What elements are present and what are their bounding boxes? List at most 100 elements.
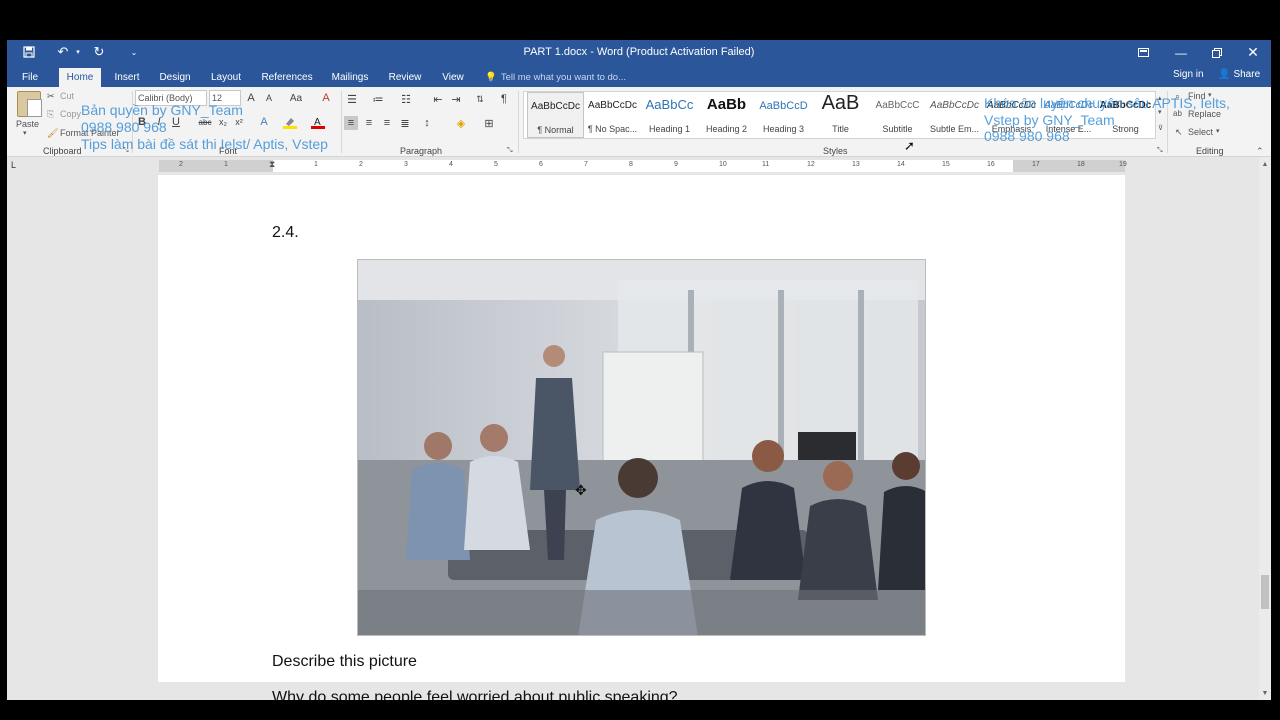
- text-effects-icon[interactable]: A: [257, 116, 271, 128]
- minimize-button[interactable]: —: [1163, 40, 1199, 65]
- tab-insert[interactable]: Insert: [111, 68, 143, 87]
- ruler-number: 3: [404, 161, 408, 168]
- ruler-number: 14: [897, 161, 905, 168]
- paragraph-launcher-icon[interactable]: ⤡: [507, 147, 513, 155]
- styles-launcher-icon[interactable]: ⤡: [1157, 147, 1163, 155]
- format-painter-icon[interactable]: 🖌: [47, 128, 58, 139]
- document-page[interactable]: 2.4. Describe this picture Why do some p…: [158, 175, 1125, 700]
- tab-home[interactable]: Home: [59, 68, 101, 87]
- style-sample: AaBbCcC: [875, 100, 920, 111]
- show-formatting-icon[interactable]: ¶: [497, 93, 511, 105]
- scroll-up-icon[interactable]: ▲: [1261, 161, 1269, 169]
- tab-file[interactable]: File: [17, 68, 43, 87]
- style-sample: AaBbCcDc: [531, 101, 580, 112]
- style-sample: AaBbCcD: [759, 100, 808, 112]
- tab-references[interactable]: References: [257, 68, 317, 87]
- select-label[interactable]: Select: [1188, 127, 1213, 137]
- paste-dropdown-icon[interactable]: ▾: [23, 129, 27, 137]
- copy-label[interactable]: Copy: [60, 109, 81, 119]
- decrease-indent-icon[interactable]: ⇤: [431, 93, 445, 106]
- scroll-down-icon[interactable]: ▼: [1261, 690, 1269, 698]
- style-heading-1[interactable]: AaBbCc Heading 1: [641, 92, 698, 138]
- copy-icon[interactable]: ⎘: [47, 109, 54, 120]
- tab-review[interactable]: Review: [383, 68, 427, 87]
- align-left-icon[interactable]: ≡: [344, 116, 358, 130]
- numbering-icon[interactable]: ≔: [371, 93, 385, 106]
- line-spacing-icon[interactable]: ↕: [419, 116, 435, 130]
- tab-mailings[interactable]: Mailings: [327, 68, 373, 87]
- share-button[interactable]: 👤 Share: [1218, 69, 1260, 80]
- share-label: Share: [1233, 69, 1261, 80]
- sort-icon[interactable]: ⇅: [473, 93, 487, 105]
- justify-icon[interactable]: ≣: [398, 116, 412, 130]
- horizontal-ruler[interactable]: 2 1 ⧗ 1 2 3 4 5 6 7 8 9 10 11 12 13 14 1…: [159, 159, 1127, 172]
- picture-prompt: Describe this picture: [272, 653, 417, 670]
- cut-label[interactable]: Cut: [60, 91, 74, 101]
- meeting-photo[interactable]: [357, 259, 926, 636]
- bullets-icon[interactable]: ☰: [345, 93, 359, 106]
- ruler-number: 16: [987, 161, 995, 168]
- style-heading-2[interactable]: AaBb Heading 2: [698, 92, 755, 138]
- ruler-right-margin: [1013, 160, 1125, 172]
- ribbon-tabs: File Home Insert Design Layout Reference…: [7, 65, 1271, 87]
- ruler-number: 19: [1119, 161, 1127, 168]
- group-divider: [341, 91, 342, 153]
- style-normal[interactable]: AaBbCcDc ¶ Normal: [527, 92, 584, 138]
- watermark-text: 0988 980 968: [81, 119, 167, 135]
- watermark-text: Bản quyền by GNY_Team: [81, 102, 243, 118]
- style-title[interactable]: AaB Title: [812, 92, 869, 138]
- tell-me-box[interactable]: 💡 Tell me what you want to do...: [485, 69, 626, 85]
- style-sample: AaBbCc: [645, 97, 694, 112]
- tab-selector[interactable]: L: [11, 160, 23, 172]
- align-right-icon[interactable]: ≡: [380, 116, 394, 130]
- increase-indent-icon[interactable]: ⇥: [449, 93, 463, 106]
- tab-layout[interactable]: Layout: [205, 68, 247, 87]
- collapse-ribbon-icon[interactable]: ⌃: [1256, 146, 1264, 157]
- ribbon-home: Paste ▾ ✂ Cut ⎘ Copy 🖌 Format Painter Cl…: [7, 87, 1271, 157]
- grow-font-icon[interactable]: A: [245, 92, 257, 104]
- shrink-font-icon[interactable]: A: [263, 92, 275, 104]
- cut-icon[interactable]: ✂: [47, 91, 55, 102]
- select-dropdown-icon[interactable]: ▾: [1216, 127, 1220, 135]
- title-bar: ↶ ▾ ↻ ⌄ PART 1.docx - Word (Product Acti…: [7, 40, 1271, 65]
- font-color-icon[interactable]: A: [311, 116, 325, 129]
- change-case-icon[interactable]: Aa: [287, 92, 305, 104]
- watermark-text: Vstep by GNY_Team: [984, 112, 1115, 128]
- person-icon: 👤: [1218, 69, 1231, 80]
- ruler-bar: L 2 1 ⧗ 1 2 3 4 5 6 7 8 9 10 11 12 13 14…: [7, 157, 1271, 175]
- indent-marker-icon[interactable]: ⧗: [269, 159, 275, 170]
- ruler-number: 6: [539, 161, 543, 168]
- tab-view[interactable]: View: [437, 68, 469, 87]
- document-area[interactable]: 2.4. Describe this picture Why do some p…: [7, 175, 1259, 700]
- style-sample: AaBb: [706, 96, 747, 113]
- clear-formatting-icon[interactable]: A: [319, 92, 333, 104]
- lightbulb-icon: 💡: [485, 71, 497, 83]
- word-window: ↶ ▾ ↻ ⌄ PART 1.docx - Word (Product Acti…: [7, 40, 1271, 700]
- align-center-icon[interactable]: ≡: [362, 116, 376, 130]
- styles-group-label: Styles: [823, 146, 848, 156]
- multilevel-list-icon[interactable]: ☷: [399, 93, 413, 106]
- paste-label[interactable]: Paste: [16, 119, 39, 129]
- style-subtle-emphasis[interactable]: AaBbCcDc Subtle Em...: [926, 92, 983, 138]
- ruler-number: 2: [179, 161, 183, 168]
- style-sample: AaB: [821, 92, 860, 114]
- ruler-number: 13: [852, 161, 860, 168]
- paste-icon[interactable]: [17, 91, 42, 117]
- restore-button[interactable]: [1199, 40, 1235, 65]
- style-name: ¶ No Spac...: [587, 124, 638, 134]
- style-subtitle[interactable]: AaBbCcC Subtitle: [869, 92, 926, 138]
- close-button[interactable]: ✕: [1235, 40, 1271, 65]
- borders-icon[interactable]: ⊞: [481, 116, 497, 130]
- sign-in-link[interactable]: Sign in: [1173, 69, 1204, 80]
- ribbon-display-options-icon[interactable]: [1125, 40, 1161, 65]
- scroll-thumb[interactable]: [1261, 575, 1269, 609]
- style-no-spacing[interactable]: AaBbCcDc ¶ No Spac...: [584, 92, 641, 138]
- styles-more-icon[interactable]: ⊽: [1158, 124, 1163, 132]
- style-name: Title: [832, 124, 849, 134]
- shading-icon[interactable]: ◈: [453, 116, 469, 130]
- highlight-icon[interactable]: [283, 116, 297, 129]
- select-icon[interactable]: ↖: [1175, 127, 1183, 138]
- vertical-scrollbar[interactable]: ▲ ▼: [1259, 157, 1271, 700]
- tab-design[interactable]: Design: [155, 68, 195, 87]
- style-heading-3[interactable]: AaBbCcD Heading 3: [755, 92, 812, 138]
